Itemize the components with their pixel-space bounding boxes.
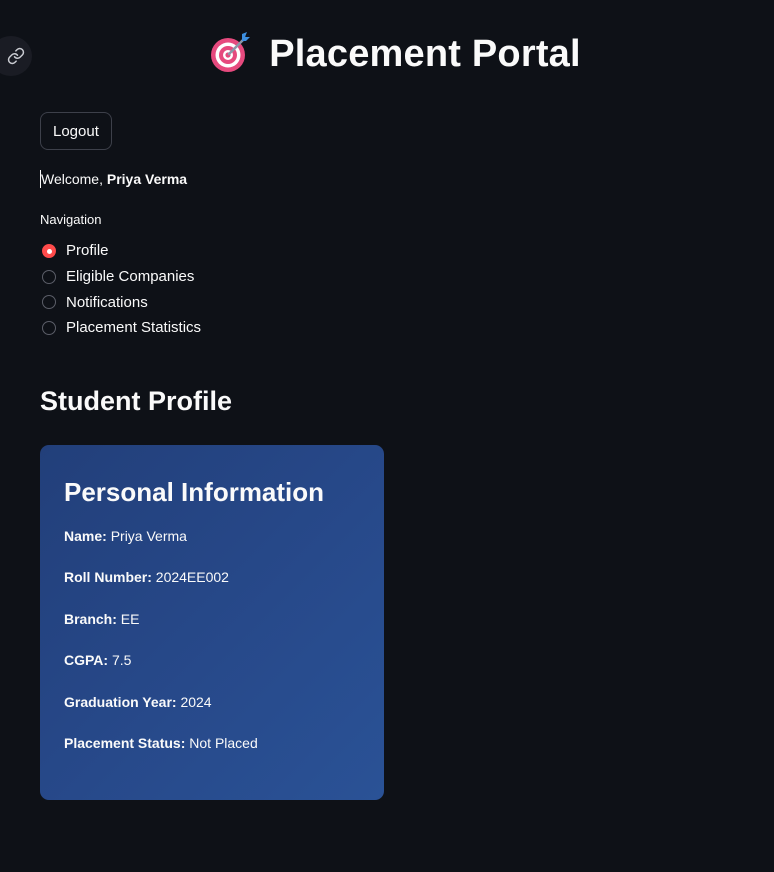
field-value: 2024EE002 [155,569,229,586]
field-graduation-year: Graduation Year: 2024 [64,692,360,733]
field-label: Graduation Year: [64,693,177,710]
radio-selected-icon[interactable] [42,243,56,258]
nav-option-profile[interactable]: Profile [40,238,201,264]
page-title: Placement Portal [269,33,581,75]
field-value: EE [120,610,140,627]
header: Placement Portal [0,30,774,79]
personal-info-card: Personal Information Name: Priya Verma R… [40,445,384,800]
nav-option-label: Placement Statistics [66,319,202,337]
radio-icon[interactable] [42,320,56,335]
field-label: Roll Number: [64,569,152,586]
radio-icon[interactable] [42,295,56,310]
dart-target-icon [209,30,253,79]
nav-option-eligible-companies[interactable]: Eligible Companies [40,264,201,290]
nav-option-placement-statistics[interactable]: Placement Statistics [40,315,201,341]
field-value: 7.5 [111,652,132,669]
field-branch: Branch: EE [64,609,360,650]
field-roll-number: Roll Number: 2024EE002 [64,567,360,608]
section-title: Student Profile [40,386,233,416]
nav-option-notifications[interactable]: Notifications [40,289,201,315]
field-value: Priya Verma [110,528,187,544]
logout-button[interactable]: Logout [40,112,112,150]
field-name: Name: Priya Verma [64,526,360,567]
welcome-message: Welcome, Priya Verma [40,170,187,188]
field-value: Not Placed [189,734,258,751]
field-label: Name: [64,528,107,544]
field-cgpa: CGPA: 7.5 [64,650,360,691]
field-label: CGPA: [64,652,109,669]
field-label: Branch: [64,610,117,627]
nav-option-label: Eligible Companies [66,268,195,286]
radio-icon[interactable] [42,269,56,284]
welcome-prefix: Welcome, [41,171,107,187]
field-value: 2024 [180,693,212,710]
app-page: Placement Portal Logout Welcome, Priya V… [0,0,774,872]
card-title: Personal Information [64,477,325,507]
field-label: Placement Status: [64,734,186,751]
navigation-label: Navigation [40,212,102,227]
nav-option-label: Notifications [66,293,148,311]
navigation-radio-group: Profile Eligible Companies Notifications… [40,238,201,341]
user-name: Priya Verma [106,171,188,187]
nav-option-label: Profile [66,242,109,260]
field-placement-status: Placement Status: Not Placed [64,733,360,774]
